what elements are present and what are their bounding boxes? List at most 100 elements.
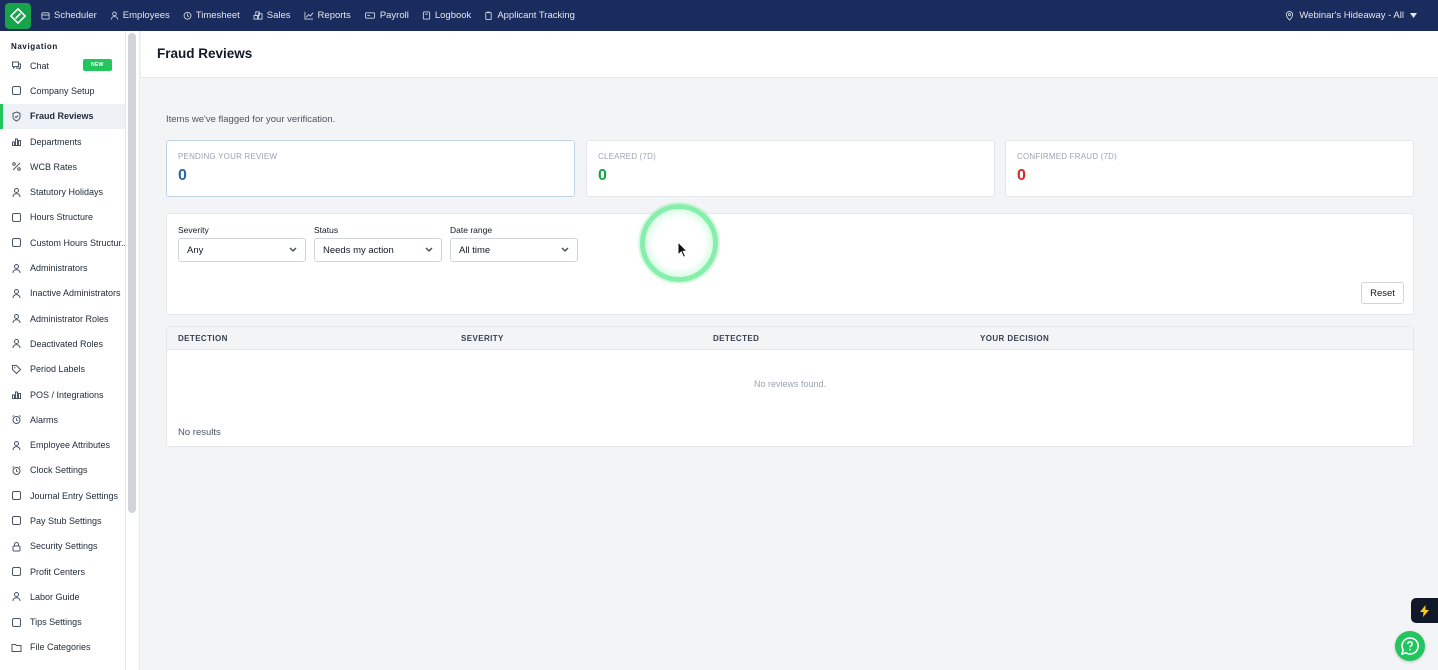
nav-employees[interactable]: Employees [110, 10, 170, 21]
stat-pending-value: 0 [178, 167, 187, 184]
sidebar-item-company-setup[interactable]: Company Setup [0, 78, 125, 103]
sidebar: Navigation Chat NEW Company Setup Fraud Rev… [0, 31, 140, 670]
stat-cleared[interactable]: CLEARED (7D) 0 [586, 140, 995, 197]
reviews-table: DETECTION SEVERITY DETECTED YOUR DECISIO… [166, 326, 1414, 447]
sidebar-item-file-categories[interactable]: File Categories [0, 635, 125, 660]
chat-icon [11, 60, 22, 71]
column-detected[interactable]: DETECTED [713, 334, 759, 343]
money-icon [364, 12, 375, 19]
map-pin-icon [1286, 10, 1294, 21]
sidebar-item-fraud-reviews[interactable]: Fraud Reviews [0, 103, 125, 130]
sidebar-item-pay-stub-settings[interactable]: Pay Stub Settings [0, 508, 125, 533]
main-nav: Scheduler Employees Timesheet Sales Repo… [41, 10, 588, 21]
nav-employees-label: Employees [122, 10, 170, 21]
column-detection[interactable]: DETECTION [178, 334, 228, 343]
sidebar-item-profit-centers[interactable]: Profit Centers [0, 559, 125, 584]
severity-value: Any [187, 244, 204, 256]
mouse-cursor-icon [677, 241, 689, 258]
nav-payroll-label: Payroll [379, 10, 409, 21]
sidebar-heading: Navigation [11, 42, 58, 51]
percent-icon [11, 161, 22, 172]
clock-icon [183, 11, 192, 20]
calendar-icon [41, 12, 50, 20]
chart-line-icon [304, 11, 313, 20]
tips-icon [11, 617, 22, 628]
hours-icon [11, 212, 22, 223]
journal-icon [11, 490, 22, 501]
sidebar-item-deactivated-roles[interactable]: Deactivated Roles [0, 331, 125, 356]
column-your-decision[interactable]: YOUR DECISION [980, 334, 1049, 343]
quick-action-button[interactable] [1411, 598, 1438, 623]
lock-icon [11, 541, 22, 552]
nav-payroll[interactable]: Payroll [364, 10, 409, 21]
sidebar-item-label: Custom Hours Structur... [30, 237, 126, 248]
sidebar-item-alarms[interactable]: Alarms [0, 407, 125, 432]
location-selector[interactable]: Webinar's Hideaway - All [1285, 0, 1422, 31]
sidebar-item-employee-attributes[interactable]: Employee Attributes [0, 432, 125, 457]
severity-label: Severity [178, 225, 209, 235]
sidebar-item-wcb-rates[interactable]: WCB Rates [0, 154, 125, 179]
nav-logbook-label: Logbook [434, 10, 472, 21]
nav-sales-label: Sales [266, 10, 291, 21]
user-icon [110, 11, 118, 20]
status-label: Status [314, 225, 339, 235]
sidebar-item-chat[interactable]: Chat NEW [0, 53, 125, 78]
sidebar-item-label: Employee Attributes [30, 440, 111, 451]
sidebar-item-label: Departments [30, 136, 82, 147]
sidebar-item-label: Hours Structure [30, 212, 94, 223]
nav-scheduler[interactable]: Scheduler [41, 10, 97, 21]
book-icon [422, 11, 430, 20]
sidebar-item-clock-settings[interactable]: Clock Settings [0, 458, 125, 483]
sidebar-item-departments[interactable]: Departments [0, 129, 125, 154]
sidebar-item-label: Deactivated Roles [30, 338, 104, 349]
sidebar-item-label: Security Settings [30, 541, 98, 552]
nav-timesheet[interactable]: Timesheet [183, 10, 240, 21]
sidebar-item-labor-guide[interactable]: Labor Guide [0, 584, 125, 609]
reset-button[interactable]: Reset [1361, 282, 1404, 304]
nav-reports[interactable]: Reports [304, 10, 351, 21]
status-value: Needs my action [323, 244, 394, 256]
chevron-down-icon [289, 247, 297, 252]
sidebar-item-label: Pay Stub Settings [30, 515, 102, 526]
sidebar-item-administrators[interactable]: Administrators [0, 255, 125, 280]
lightning-icon [1420, 604, 1429, 617]
sidebar-item-tips-settings[interactable]: Tips Settings [0, 610, 125, 635]
nav-sales[interactable]: Sales [253, 10, 291, 21]
nav-reports-label: Reports [317, 10, 351, 21]
tag-icon [11, 364, 22, 375]
sidebar-item-label: Alarms [30, 414, 59, 425]
sidebar-item-inactive-administrators[interactable]: Inactive Administrators [0, 281, 125, 306]
coins-icon [253, 11, 263, 20]
pos-icon [11, 389, 22, 400]
date-range-select[interactable]: All time [450, 238, 578, 262]
chevron-down-icon [425, 247, 433, 252]
sidebar-item-period-labels[interactable]: Period Labels [0, 357, 125, 382]
hours-custom-icon [11, 237, 22, 248]
shield-icon [11, 111, 22, 122]
status-select[interactable]: Needs my action [314, 238, 442, 262]
sidebar-item-journal-entry-settings[interactable]: Journal Entry Settings [0, 483, 125, 508]
column-severity[interactable]: SEVERITY [461, 334, 504, 343]
empty-state-text: No reviews found. [753, 379, 827, 389]
sidebar-item-security-settings[interactable]: Security Settings [0, 534, 125, 559]
clipboard-icon [485, 11, 492, 20]
help-button[interactable] [1395, 631, 1425, 661]
sidebar-item-pos-integrations[interactable]: POS / Integrations [0, 382, 125, 407]
sidebar-item-hours-structure[interactable]: Hours Structure [0, 205, 125, 230]
app-logo[interactable] [5, 2, 31, 29]
nav-logbook[interactable]: Logbook [422, 10, 471, 21]
sidebar-item-label: Company Setup [30, 85, 95, 96]
stat-cleared-value: 0 [598, 167, 607, 184]
stat-confirmed-fraud[interactable]: CONFIRMED FRAUD (7D) 0 [1005, 140, 1414, 197]
nav-applicant-tracking-label: Applicant Tracking [497, 10, 575, 21]
stat-pending-review[interactable]: PENDING YOUR REVIEW 0 [166, 140, 575, 197]
severity-select[interactable]: Any [178, 238, 306, 262]
nav-applicant-tracking[interactable]: Applicant Tracking [484, 10, 575, 21]
building-icon [11, 85, 22, 96]
sidebar-item-label: Period Labels [30, 364, 86, 375]
sidebar-item-administrator-roles[interactable]: Administrator Roles [0, 306, 125, 331]
new-badge: NEW [83, 59, 112, 71]
sidebar-item-custom-hours-structur[interactable]: Custom Hours Structur... [0, 230, 125, 255]
sidebar-item-statutory-holidays[interactable]: Statutory Holidays [0, 179, 125, 204]
sidebar-scrollbar[interactable] [128, 33, 136, 513]
